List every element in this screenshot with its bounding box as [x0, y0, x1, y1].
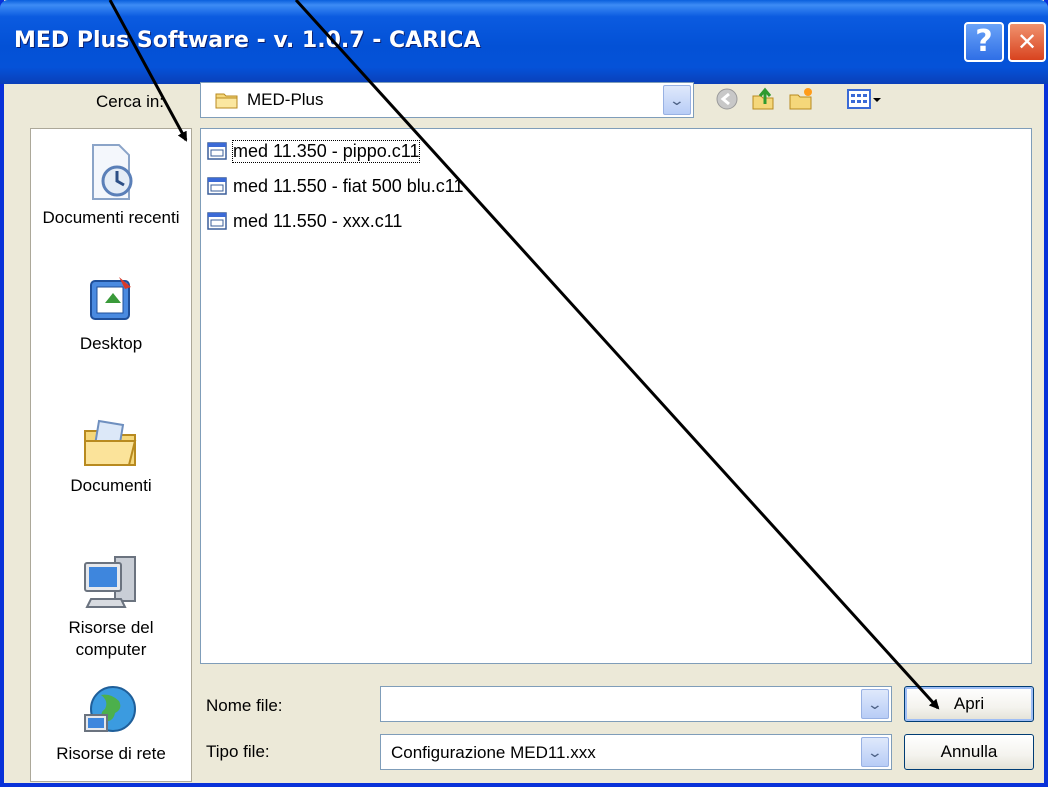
window-title: MED Plus Software - v. 1.0.7 - CARICA [14, 28, 481, 53]
chevron-down-icon: ⌄ [866, 696, 884, 712]
filetype-select[interactable]: Configurazione MED11.xxx ⌄ [380, 734, 892, 770]
place-label: Documenti recenti [42, 208, 180, 227]
look-in-value: MED-Plus [247, 90, 324, 109]
list-item[interactable]: med 11.550 - xxx.c11 [207, 209, 402, 233]
help-button[interactable]: ? [964, 22, 1004, 62]
place-my-documents[interactable]: Documenti [31, 415, 191, 497]
close-button[interactable]: ✕ [1008, 22, 1046, 62]
place-my-computer[interactable]: Risorse del computer [31, 553, 191, 661]
filename-label: Nome file: [206, 696, 283, 715]
file-name: med 11.350 - pippo.c11 [231, 139, 421, 163]
file-name: med 11.550 - fiat 500 blu.c11 [233, 175, 464, 196]
new-folder-icon[interactable] [788, 86, 814, 112]
chevron-down-icon: ⌄ [668, 92, 686, 108]
list-item[interactable]: med 11.550 - fiat 500 blu.c11 [207, 174, 463, 198]
cancel-button[interactable]: Annulla [904, 734, 1034, 770]
folder-icon [215, 93, 238, 109]
filename-dropdown-arrow[interactable]: ⌄ [861, 689, 889, 719]
help-icon: ? [975, 24, 993, 59]
filetype-dropdown-arrow[interactable]: ⌄ [861, 737, 889, 767]
filename-input[interactable] [387, 691, 851, 719]
network-places-icon [84, 686, 136, 732]
place-recent-documents[interactable]: Documenti recenti [31, 141, 191, 229]
open-button[interactable]: Apri [904, 686, 1034, 722]
list-item[interactable]: med 11.350 - pippo.c11 [207, 139, 421, 163]
places-bar: Documenti recenti Desktop Documenti Riso… [30, 128, 192, 782]
desktop-icon [90, 277, 131, 320]
place-network[interactable]: Risorse di rete [31, 679, 191, 765]
back-icon[interactable] [714, 86, 740, 112]
filetype-label: Tipo file: [206, 742, 270, 761]
my-documents-icon [84, 419, 137, 466]
filename-combo[interactable]: ⌄ [380, 686, 892, 722]
config-file-icon [207, 142, 227, 160]
look-in-label: Cerca in: [96, 92, 165, 111]
file-list[interactable]: med 11.350 - pippo.c11 med 11.550 - fiat… [200, 128, 1032, 664]
up-folder-icon[interactable] [750, 86, 776, 112]
place-label: Risorse del computer [68, 618, 154, 659]
look-in-dropdown[interactable]: MED-Plus ⌄ [200, 82, 694, 118]
place-label: Desktop [79, 334, 143, 353]
view-menu-icon[interactable] [846, 86, 882, 112]
close-icon: ✕ [1016, 28, 1038, 56]
title-bar[interactable]: MED Plus Software - v. 1.0.7 - CARICA ? … [0, 0, 1048, 84]
recent-documents-icon [92, 144, 133, 200]
place-label: Risorse di rete [56, 744, 166, 763]
config-file-icon [207, 212, 227, 230]
filetype-value: Configurazione MED11.xxx [391, 743, 596, 762]
look-in-dropdown-arrow[interactable]: ⌄ [663, 85, 691, 115]
place-label: Documenti [70, 476, 152, 495]
config-file-icon [207, 177, 227, 195]
file-name: med 11.550 - xxx.c11 [233, 210, 403, 231]
my-computer-icon [84, 556, 136, 608]
place-desktop[interactable]: Desktop [31, 273, 191, 355]
chevron-down-icon: ⌄ [866, 744, 884, 760]
